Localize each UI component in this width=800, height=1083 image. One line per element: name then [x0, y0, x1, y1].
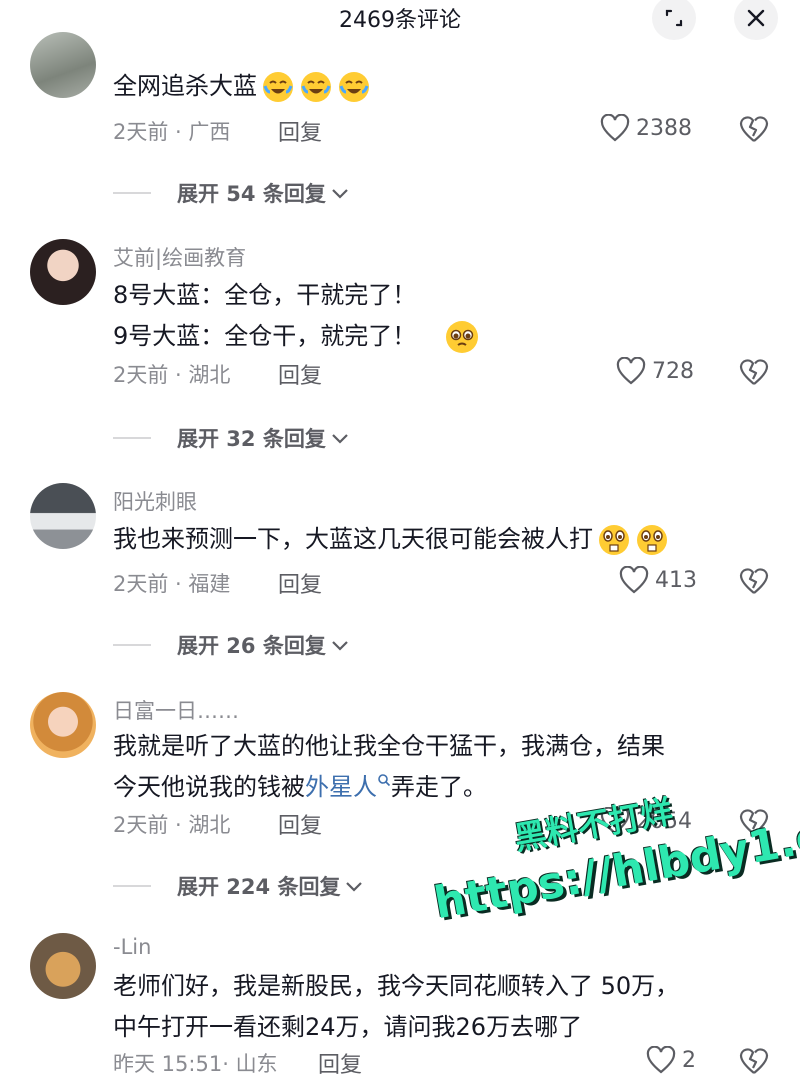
like-count: 2388 [636, 115, 692, 141]
reply-button[interactable]: 回复 [278, 808, 322, 840]
heart-icon [619, 566, 649, 594]
dislike-broken-heart-icon[interactable] [738, 114, 770, 144]
chevron-down-icon [346, 882, 363, 892]
expand-icon [665, 9, 683, 27]
crying-laughing-emoji-icon [339, 72, 369, 102]
comment-time: 2天前 [113, 813, 169, 837]
expand-replies-label: 展开 26 条回复 [177, 634, 326, 658]
comment-location: 山东 [235, 1052, 278, 1076]
like-button[interactable]: 728 [616, 357, 694, 385]
like-button[interactable]: 2 [646, 1046, 696, 1074]
comment-time: 昨天 15:51 [113, 1052, 223, 1076]
dislike-broken-heart-icon[interactable] [738, 1046, 770, 1076]
comment-text-line: 8号大蓝：全仓，干就完了！ [113, 281, 417, 309]
like-count: 2 [682, 1047, 696, 1073]
expand-replies-button[interactable]: 展开 224 条回复 [113, 871, 364, 901]
close-icon [747, 9, 765, 27]
avatar[interactable] [30, 32, 96, 98]
comment-meta: 2天前 · 湖北 [113, 813, 231, 837]
comment-text: 老师们好，我是新股民，我今天同花顺转入了 50万， 中午打开一看还剩24万，请问… [113, 966, 679, 1048]
avatar[interactable] [30, 692, 96, 758]
expand-replies-button[interactable]: 展开 26 条回复 [113, 630, 350, 660]
comment-text-line: 我就是听了大蓝的他让我全仓干猛干，我满仓，结果 [113, 732, 665, 760]
crying-laughing-emoji-icon [301, 72, 331, 102]
comment-text-line: 全网追杀大蓝 [113, 72, 257, 100]
close-button[interactable] [734, 0, 778, 40]
divider-line [113, 885, 151, 887]
chevron-down-icon [332, 641, 348, 651]
comment-text: 我也来预测一下，大蓝这几天很可能会被人打 [113, 519, 669, 560]
comment-text-line-wrap: 9号大蓝：全仓干，就完了！ [113, 316, 480, 357]
comment-time: 2天前 [113, 120, 169, 144]
comment-text-line: 中午打开一看还剩24万，请问我26万去哪了 [113, 1013, 583, 1041]
comment-text-line: 弄走了。 [391, 773, 487, 801]
expand-replies-label: 展开 54 条回复 [177, 182, 326, 206]
comment-location: 福建 [188, 572, 231, 596]
comment-text-line: 老师们好，我是新股民，我今天同花顺转入了 50万， [113, 972, 680, 1000]
expand-replies-label: 展开 32 条回复 [177, 427, 326, 451]
expand-button[interactable] [652, 0, 696, 40]
pleading-face-emoji-icon [446, 321, 479, 353]
comment-username[interactable]: 日富一日…… [113, 695, 239, 725]
avatar[interactable] [30, 933, 96, 999]
reply-button[interactable]: 回复 [278, 115, 322, 147]
avatar[interactable] [30, 239, 96, 305]
comment-username[interactable]: 阳光刺眼 [113, 486, 197, 516]
search-icon[interactable] [377, 773, 391, 787]
comment-meta: 昨天 15:51· 山东 [113, 1052, 278, 1076]
reply-button[interactable]: 回复 [278, 567, 322, 599]
chevron-down-icon [332, 189, 348, 199]
buck-teeth-emoji-icon [599, 525, 629, 555]
search-link[interactable]: 外星人 [305, 773, 377, 801]
comment-username[interactable]: -Lin [113, 935, 151, 959]
expand-replies-button[interactable]: 展开 54 条回复 [113, 178, 350, 208]
like-count: 728 [652, 358, 694, 384]
heart-icon [646, 1046, 676, 1074]
comment-text: 全网追杀大蓝 [113, 66, 371, 107]
comment-meta: 2天前 · 湖北 [113, 363, 231, 387]
comment-location: 广西 [188, 120, 231, 144]
expand-replies-button[interactable]: 展开 32 条回复 [113, 423, 350, 453]
reply-button[interactable]: 回复 [278, 358, 322, 390]
like-button[interactable]: 413 [619, 566, 697, 594]
comment-time: 2天前 [113, 363, 169, 387]
divider-line [113, 437, 151, 439]
reply-button[interactable]: 回复 [318, 1047, 362, 1079]
expand-replies-label: 展开 224 条回复 [177, 875, 341, 899]
dislike-broken-heart-icon[interactable] [738, 566, 770, 596]
divider-line [113, 192, 151, 194]
heart-icon [600, 114, 630, 142]
buck-teeth-emoji-icon [637, 525, 667, 555]
avatar[interactable] [30, 483, 96, 549]
comment-meta: 2天前 · 广西 [113, 120, 231, 144]
comment-location: 湖北 [188, 363, 231, 387]
dislike-broken-heart-icon[interactable] [738, 357, 770, 387]
comment-time: 2天前 [113, 572, 169, 596]
comments-header: 2469条评论 [0, 0, 800, 40]
chevron-down-icon [332, 434, 348, 444]
divider-line [113, 644, 151, 646]
comment-meta: 2天前 · 福建 [113, 572, 231, 596]
heart-icon [616, 357, 646, 385]
comment-text: 8号大蓝：全仓，干就完了！ 9号大蓝：全仓干，就完了！ [113, 275, 480, 357]
comment-username[interactable]: 艾前|绘画教育 [113, 242, 246, 272]
like-count: 413 [655, 567, 697, 593]
like-button[interactable]: 2388 [600, 114, 692, 142]
comment-text-line: 今天他说我的钱被 [113, 773, 305, 801]
comment-text-line: 9号大蓝：全仓干，就完了！ [113, 322, 417, 350]
comment-location: 湖北 [188, 813, 231, 837]
crying-laughing-emoji-icon [263, 72, 293, 102]
comment-text-line: 我也来预测一下，大蓝这几天很可能会被人打 [113, 525, 593, 553]
